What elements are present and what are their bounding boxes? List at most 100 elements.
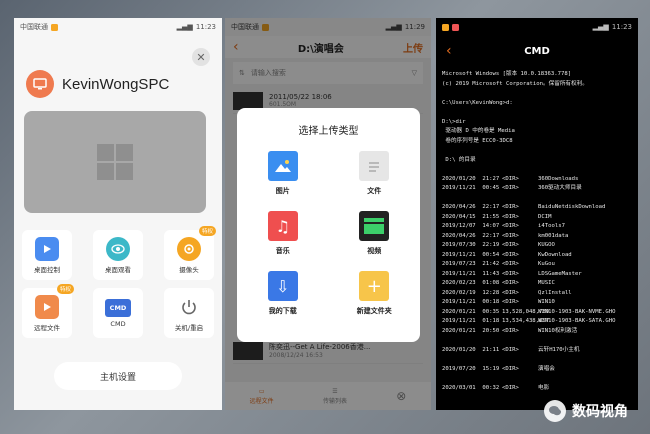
eye-icon [106,236,130,261]
windows-logo-icon [97,144,133,180]
dir-type [502,355,538,365]
upload-type-dialog: 选择上传类型 图片 文件 ♫ 音乐 视频 ⇩ 我的下载 + 新建文件夹 [237,108,420,342]
privilege-badge: 特权 [198,226,216,236]
dir-name: 360驱动大师目录 [538,185,582,191]
dir-datetime [442,355,502,365]
dir-type [502,374,538,384]
phone-cmd-console: ▂▄▆ 11:23 CMD ‹ Microsoft Windows [版本 10… [436,18,638,410]
new-folder-option[interactable]: + 新建文件夹 [329,271,421,331]
dir-entry: 2020/04/26 22:17 <DIR> km001data [442,232,632,242]
dir-datetime: 2019/11/21 01:18 [442,318,500,324]
dir-datetime: 2019/07/20 15:19 [442,365,500,372]
function-label: 摄像头 [179,265,199,274]
dir-type: <DIR> [502,175,519,182]
dir-entry: 2019/11/21 01:18 13,534,438,857 WIN10-1903… [442,317,632,327]
dir-entry [442,194,632,204]
image-icon [267,151,298,181]
dir-entry: 2019/11/21 00:45 <DIR> 360驱动大师目录 [442,184,632,194]
cmd-icon: CMD [105,298,131,317]
power-button[interactable]: 关机/重启 [164,288,214,338]
dir-name: 云轩H170小主机 [538,346,580,353]
desktop-control-button[interactable]: 桌面控制 [22,230,72,280]
function-label: 关机/重启 [174,323,204,332]
console-line: D:\>dir [442,118,466,125]
dir-datetime: 2019/11/21 00:54 [442,251,500,258]
dir-entry: 2019/07/20 15:19 <DIR> 演唱会 [442,365,632,375]
screen-preview[interactable] [24,111,206,213]
dir-datetime: 2020/02/19 12:28 [442,289,500,296]
cmd-button[interactable]: CMD CMD [93,288,143,338]
dir-name: KuGou [538,261,555,267]
dir-entry: 2019/11/21 00:18 <DIR> WIN10 [442,298,632,308]
dir-type: <DIR> [502,280,519,286]
console-line: Microsoft Windows [版本 10.0.18363.778] [442,71,572,77]
clock-label: 11:23 [195,23,216,31]
dir-name: km001data [538,232,569,239]
function-label: 桌面控制 [34,265,60,274]
dir-entry [442,355,632,365]
dir-entry: 2019/07/23 21:42 <DIR> KuGou [442,260,632,270]
dir-name: WIN10-1903-BAK-NVME.GHO [538,308,616,315]
dir-datetime: 2020/01/20 21:11 [442,346,500,353]
dir-type: <DIR> [502,289,519,296]
dir-type: <DIR> [502,384,519,391]
dir-datetime: 2020/04/15 21:55 [442,213,500,220]
play-icon [35,236,59,261]
dir-entry: 2020/02/23 01:08 <DIR> MUSIC [442,279,632,289]
watermark-text: 数码视角 [572,404,628,420]
console-line: (c) 2019 Microsoft Corporation。保留所有权利。 [442,80,588,87]
monitor-icon [26,70,54,98]
remote-files-button[interactable]: 特权 远程文件 [22,284,74,338]
upload-image-option[interactable]: 图片 [237,151,329,211]
desktop-view-button[interactable]: 桌面观看 [93,230,143,280]
dir-datetime [442,374,502,384]
notification-app-icon [51,23,58,31]
dir-name: 演唱会 [538,365,555,372]
upload-file-option[interactable]: 文件 [329,151,421,211]
upload-downloads-option[interactable]: ⇩ 我的下载 [237,271,329,331]
dir-entry: 2020/01/21 20:50 <DIR> WIN10权利激活 [442,327,632,337]
clock-label: 11:23 [611,23,632,31]
signal-icon: ▂▄▆ [176,23,193,31]
dir-name: WIN10权利激活 [538,327,578,334]
dir-name: BaiduNetdiskDownload [538,204,606,210]
dir-datetime: 2020/04/26 22:17 [442,232,500,239]
dir-entry: 2020/01/20 21:11 <DIR> 云轩H170小主机 [442,346,632,356]
function-grid: 桌面控制 桌面观看 特权 摄像头 特权 远程文件 CMD CMD 关机/重启 [22,226,216,346]
dir-type: 13,528,048,789 [502,308,550,315]
notification-app-icon [442,23,449,31]
dir-entry: 2020/02/19 12:28 <DIR> QzlInstall [442,289,632,299]
cmd-title: CMD [524,45,550,57]
camera-button[interactable]: 特权 摄像头 [164,226,216,280]
status-bar: ▂▄▆ 11:23 [436,18,638,36]
dir-datetime: 2020/01/21 20:50 [442,327,500,334]
dir-entry: 2020/01/21 00:35 13,528,048,789 WIN10-1903… [442,308,632,318]
dir-datetime [442,336,502,346]
dir-name: i4Tools7 [538,223,565,229]
upload-music-option[interactable]: ♫ 音乐 [237,211,329,271]
dir-name: LDSGameMaster [538,270,582,277]
dir-name: 电影 [538,384,550,391]
dir-datetime: 2020/04/26 22:17 [442,204,500,210]
dir-entry: 2020/03/01 00:32 <DIR> 电影 [442,384,632,394]
close-button[interactable]: ✕ [192,48,210,66]
dir-type: <DIR> [502,223,519,229]
dir-datetime: 2020/01/20 21:27 [442,175,500,182]
dir-type: <DIR> [502,213,519,220]
dir-entry [442,374,632,384]
new-folder-icon: + [359,271,390,301]
console-line: 驱动器 D 中的卷是 Media [442,128,515,134]
file-icon [359,151,390,181]
carrier-label: 中国联通 [20,23,48,31]
host-settings-button[interactable]: 主机设置 [54,362,182,390]
dir-type: 13,534,438,857 [502,318,550,324]
status-bar: 中国联通 ▂▄▆ 11:23 [14,18,222,36]
privilege-badge: 特权 [56,284,74,294]
cmd-header: CMD ‹ [436,36,638,66]
upload-video-option[interactable]: 视频 [329,211,421,271]
dir-entry: 2020/04/15 21:55 <DIR> DCIM [442,213,632,223]
dir-entry: 2019/12/07 14:07 <DIR> i4Tools7 [442,222,632,232]
